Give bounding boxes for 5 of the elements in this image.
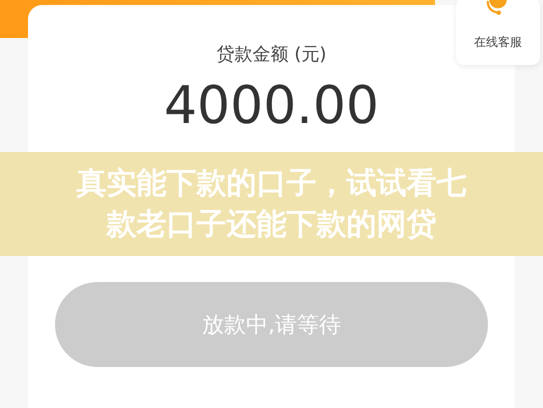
- banner-title-line: 真实能下款的口子，试试看七: [76, 165, 466, 203]
- banner-title-line: 款老口子还能下款的网贷: [106, 206, 436, 244]
- customer-service-button[interactable]: 在线客服: [456, 0, 540, 65]
- loan-amount: 4000.00: [164, 80, 380, 132]
- loan-amount-label: 贷款金额 (元): [216, 43, 326, 66]
